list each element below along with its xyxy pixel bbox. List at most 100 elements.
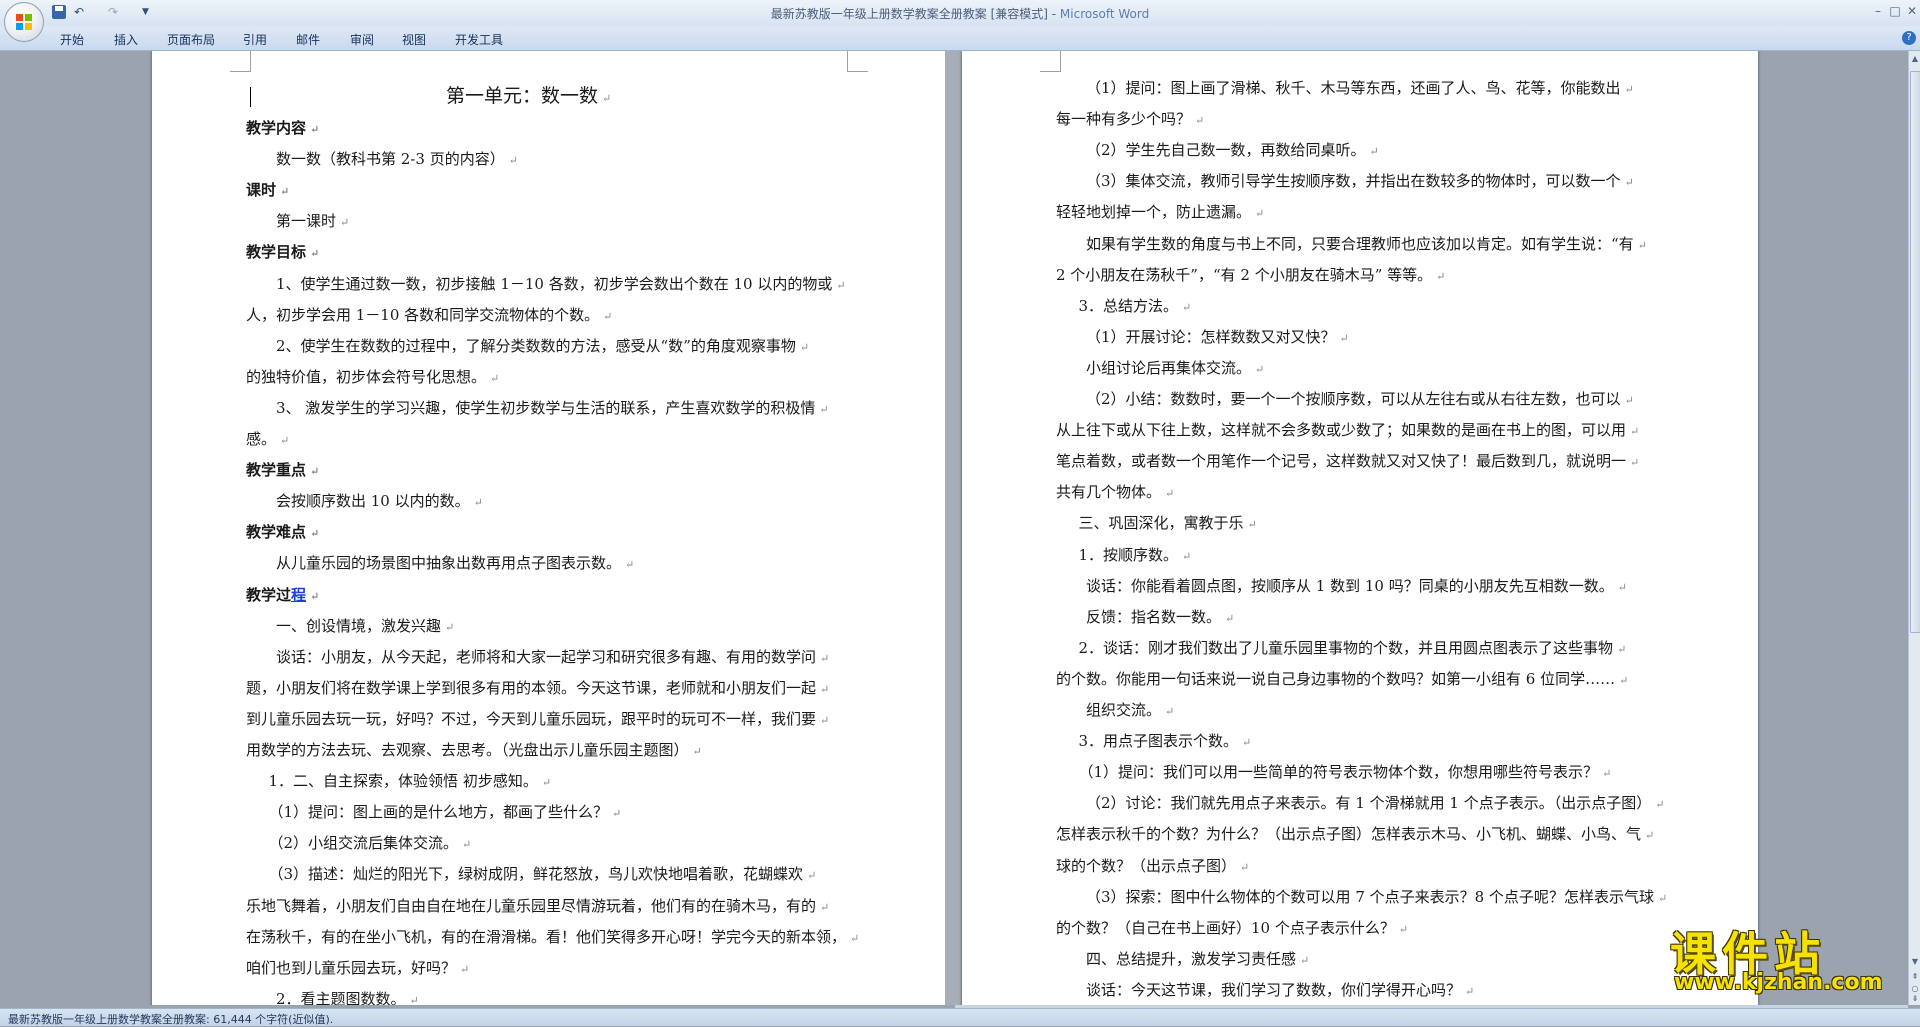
document-page-right[interactable]: （1）提问：图上画了滑梯、秋千、木马等东西，还画了人、鸟、花等，你能数出 ↵ 每一种… [962, 51, 1758, 1005]
paragraph-mark: ↵ [409, 993, 419, 1005]
paragraph-line: 3．用点子图表示个数。 ↵ [1079, 730, 1252, 751]
ribbon-tab-bar: 开始 插入 页面布局 引用 邮件 审阅 视图 开发工具 ? [0, 26, 1920, 51]
scroll-up-arrow-icon[interactable]: ▲ [1910, 53, 1920, 65]
paragraph-line: 每一种有多少个吗？ ↵ [1056, 108, 1204, 129]
paragraph-line: 的个数。你能用一句话来说一说自己身边事物的个数吗？如第一小组有 6 位同学…… ↵ [1056, 668, 1628, 689]
paragraph-line: 1．二、自主探索，体验领悟 初步感知。 ↵ [269, 770, 552, 791]
line-text: 一、创设情境，激发兴趣 [276, 616, 442, 635]
paragraph-line: 的个数？（自己在书上画好）10 个点子表示什么？ ↵ [1056, 917, 1408, 938]
paragraph-line: 共有几个物体。 ↵ [1056, 481, 1174, 502]
document-title: 最新苏教版一年级上册数学教案全册教案 [兼容模式] - [770, 7, 1060, 21]
section-heading: 教学过程 ↵ [246, 584, 319, 605]
line-text: 组织交流。 [1086, 701, 1162, 719]
paragraph-line: 2．谈话：刚才我们数出了儿童乐园里事物的个数，并且用圆点图表示了这些事物 ↵ [1079, 637, 1627, 658]
line-text: 怎样表示秋千的个数？为什么？（出示点子图）怎样表示木马、小飞机、蝴蝶、小鸟、气 [1056, 825, 1642, 844]
section-heading: 教学重点 ↵ [246, 459, 319, 480]
section-heading: 教学内容 ↵ [246, 117, 319, 138]
ribbon-tab[interactable]: 审阅 [350, 31, 374, 48]
paragraph-line: （1）提问：我们可以用一些简单的符号表示物体个数，你想用哪些符号表示？ ↵ [1079, 761, 1612, 782]
paragraph-mark: ↵ [1602, 767, 1612, 781]
window-title: 最新苏教版一年级上册数学教案全册教案 [兼容模式] - Microsoft Wo… [0, 5, 1920, 22]
line-text: 到儿童乐园去玩一玩，好吗？不过，今天到儿童乐园玩，跟平时的玩可不一样，我们要 [246, 709, 817, 728]
title-bar: ↶ ↷ ▼ 最新苏教版一年级上册数学教案全册教案 [兼容模式] - Micros… [0, 0, 1920, 27]
line-text: 感。 [246, 430, 277, 448]
hyperlink[interactable]: 程 [291, 586, 306, 604]
line-text: （3）集体交流，教师引导学生按顺序数，并指出在数较多的物体时，可以数一个 [1086, 172, 1621, 191]
paragraph-mark: ↵ [1398, 922, 1409, 936]
scroll-thumb[interactable] [1910, 71, 1920, 633]
watermark-logo: 课件站 www.kjzhan.com [1670, 918, 1900, 998]
line-text: 咱们也到儿童乐园去玩，好吗？ [246, 958, 457, 977]
paragraph-mark: ↵ [280, 434, 290, 447]
paragraph-line: 2、使学生在数数的过程中，了解分类数数的方法，感受从“数”的角度观察事物 ↵ [276, 335, 809, 356]
scroll-down-arrow-icon[interactable]: ▼ [1910, 956, 1920, 968]
paragraph-line: 反馈：指名数一数。 ↵ [1086, 606, 1234, 627]
paragraph-mark: ↵ [807, 869, 817, 883]
ribbon-tab[interactable]: 引用 [243, 31, 267, 48]
office-button[interactable] [4, 2, 44, 42]
section-heading: 教学目标 ↵ [246, 241, 319, 262]
line-text: 谈话：小朋友，从今天起，老师将和大家一起学习和研究很多有趣、有用的数学问 [276, 647, 817, 666]
paragraph-mark: ↵ [1624, 83, 1634, 96]
line-text: 2、使学生在数数的过程中，了解分类数数的方法，感受从“数”的角度观察事物 [276, 336, 796, 355]
paragraph-mark: ↵ [310, 123, 320, 136]
paragraph-mark: ↵ [1255, 207, 1265, 221]
ribbon-tab[interactable]: 插入 [114, 31, 138, 48]
paragraph-line: 三、巩固深化，寓教于乐 ↵ [1079, 512, 1257, 533]
line-text: 教学难点 [246, 523, 307, 542]
paragraph-mark: ↵ [1465, 984, 1475, 998]
paragraph-line: 的独特价值，初步体会符号化思想。 ↵ [246, 366, 499, 387]
paragraph-mark: ↵ [1617, 580, 1627, 594]
next-page-icon[interactable]: ⇟ [1910, 993, 1920, 1005]
paragraph-mark: ↵ [541, 776, 552, 790]
line-text: 1．二、自主探索，体验领悟 初步感知。 [268, 772, 538, 791]
paragraph-mark: ↵ [1247, 518, 1257, 532]
paragraph-mark: ↵ [1255, 362, 1265, 376]
ribbon-tab[interactable]: 邮件 [296, 31, 320, 48]
line-text: 乐地飞舞着，小朋友们自由自在地在儿童乐园里尽情游玩着，他们有的在骑木马，有的 [246, 896, 817, 915]
status-bar: 最新苏教版一年级上册数学教案全册教案: 61,444 个字符(近似值). [0, 1008, 1920, 1026]
line-text: 谈话：你能看着圆点图，按顺序从 1 数到 10 吗？同桌的小朋友先互相数一数。 [1086, 576, 1614, 595]
paragraph-mark: ↵ [1624, 394, 1634, 407]
paragraph-mark: ↵ [1657, 891, 1668, 905]
close-button[interactable]: ✕ [1901, 3, 1920, 19]
line-text: 数一数（教科书第 2-3 页的内容） [276, 150, 505, 169]
vertical-scrollbar[interactable]: ▲ ▼ ⇞ ○ ⇟ [1908, 51, 1920, 1005]
paragraph-mark: ↵ [1630, 456, 1640, 470]
paragraph-mark: ↵ [1240, 860, 1250, 874]
paragraph-line: 数一数（教科书第 2-3 页的内容） ↵ [276, 148, 518, 169]
paragraph-line: 从儿童乐园的场景图中抽象出数再用点子图表示数。 ↵ [276, 552, 634, 573]
paragraph-line: 乐地飞舞着，小朋友们自由自在地在儿童乐园里尽情游玩着，他们有的在骑木马，有的 ↵ [246, 895, 829, 916]
line-text: 的个数？（自己在书上画好）10 个点子表示什么？ [1056, 918, 1395, 937]
paragraph-mark: ↵ [462, 838, 472, 852]
paragraph-mark: ↵ [1617, 642, 1627, 656]
paragraph-mark: ↵ [612, 807, 622, 821]
line-text: 教学过 [246, 585, 292, 604]
ribbon-tab[interactable]: 页面布局 [167, 31, 215, 48]
paragraph-mark: ↵ [819, 402, 829, 416]
ribbon-tab[interactable]: 视图 [402, 31, 426, 48]
line-text: 小组讨论后再集体交流。 [1086, 358, 1252, 377]
ribbon-tab[interactable]: 开始 [60, 31, 84, 48]
paragraph-mark: ↵ [508, 154, 518, 168]
previous-page-icon[interactable]: ⇞ [1910, 971, 1920, 983]
paragraph-line: 笔点着数，或者数一个用笔作一个记号，这样数就又对又快了！最后数到几，就说明一 ↵ [1056, 450, 1639, 471]
paragraph-mark: ↵ [310, 527, 320, 541]
paragraph-mark: ↵ [836, 278, 846, 292]
section-heading: 课时 ↵ [246, 179, 289, 200]
paragraph-line: （3）探索：图中什么物体的个数可以用 7 个点子来表示？8 个点子呢？怎样表示气… [1086, 886, 1667, 907]
paragraph-mark: ↵ [1339, 331, 1349, 345]
line-text: 3．总结方法。 [1078, 296, 1179, 315]
line-text: 球的个数？（出示点子图） [1056, 856, 1237, 875]
document-page-left[interactable]: 第一单元：数一数 ↵ 教学内容 ↵ 数一数（教科书第 2-3 页的内容） ↵ 课时 ↵ 第一课… [152, 51, 945, 1005]
paragraph-mark: ↵ [490, 371, 500, 385]
ribbon-tab[interactable]: 开发工具 [455, 31, 503, 48]
paragraph-mark: ↵ [1624, 176, 1634, 190]
line-text: 2 个小朋友在荡秋千”，“有 2 个小朋友在骑木马” 等等。 [1056, 265, 1433, 284]
line-text: 教学目标 [246, 243, 307, 262]
paragraph-line: （3）描述：灿烂的阳光下，绿树成阴，鲜花怒放，鸟儿欢快地唱着歌，花蝴蝶欢 ↵ [269, 863, 817, 884]
paragraph-line: 谈话：今天这节课，我们学习了数数，你们学得开心吗？ ↵ [1086, 979, 1474, 1000]
help-icon[interactable]: ? [1902, 31, 1916, 45]
paragraph-mark: ↵ [1182, 549, 1192, 563]
paragraph-line: 咱们也到儿童乐园去玩，好吗？ ↵ [246, 957, 469, 978]
